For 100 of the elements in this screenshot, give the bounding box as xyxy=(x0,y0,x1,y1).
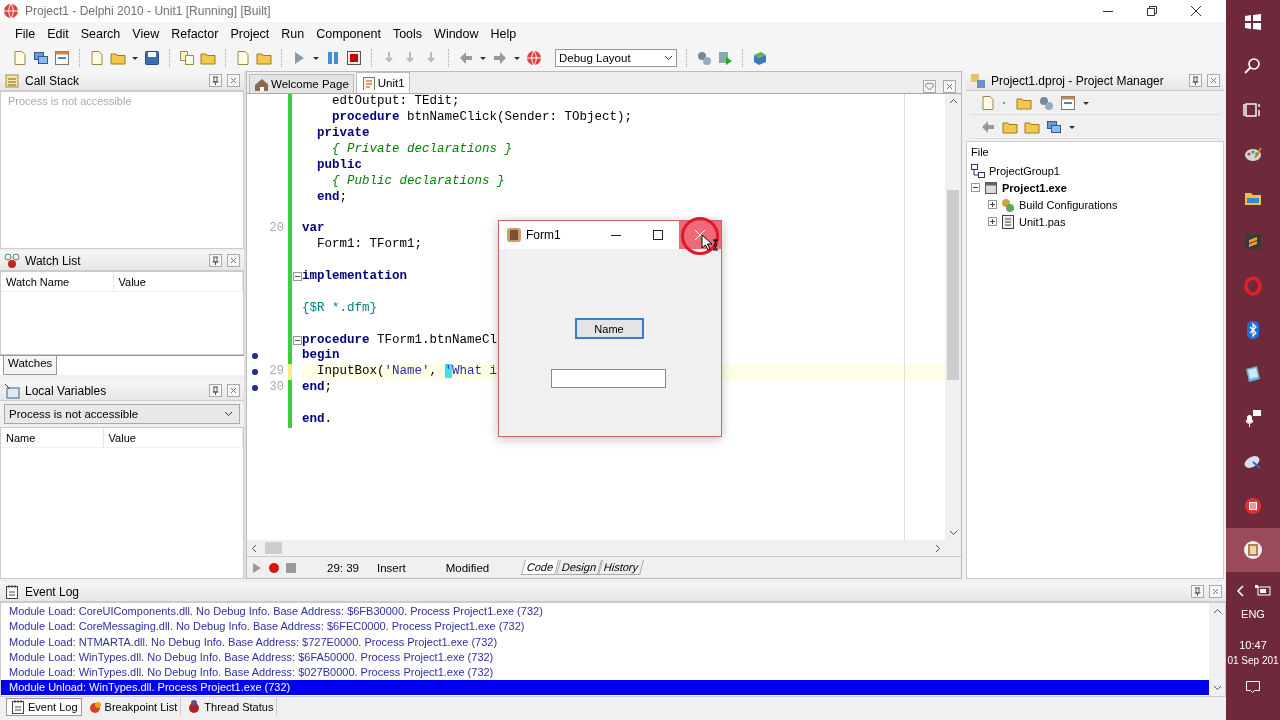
layout-dropdown[interactable]: Debug Layout xyxy=(555,49,677,68)
app-icon[interactable] xyxy=(1243,540,1263,560)
menu-item[interactable]: Window xyxy=(428,24,485,43)
tree-item[interactable]: Unit1.pas xyxy=(1019,215,1066,228)
scroll-right-icon[interactable] xyxy=(935,543,941,553)
save-all-icon[interactable] xyxy=(179,50,195,67)
book-icon[interactable] xyxy=(752,50,768,67)
notepad-icon[interactable] xyxy=(1243,364,1263,384)
open-folder-icon[interactable] xyxy=(110,50,126,67)
pin-icon[interactable] xyxy=(209,384,222,398)
close-icon[interactable] xyxy=(943,80,956,94)
menu-item[interactable]: View xyxy=(126,24,166,43)
scroll-up-icon[interactable] xyxy=(1212,608,1222,615)
editor-tab[interactable]: Welcome Page xyxy=(249,74,354,94)
scroll-up-icon[interactable] xyxy=(948,98,958,105)
tree-toggle-icon[interactable] xyxy=(988,200,997,210)
text-editor-icon[interactable] xyxy=(1243,232,1263,252)
add-file-icon[interactable] xyxy=(235,50,251,67)
breakpoint-dot-icon[interactable] xyxy=(251,352,259,361)
clock[interactable]: 10:47 01 Sep 201 xyxy=(1227,638,1279,668)
column-header[interactable]: File xyxy=(967,142,1223,163)
vertical-scrollbar[interactable] xyxy=(1209,603,1225,697)
close-icon[interactable] xyxy=(227,74,240,88)
windows-icon[interactable] xyxy=(33,50,49,67)
window-icon[interactable] xyxy=(1060,94,1076,111)
scroll-left-icon[interactable] xyxy=(251,543,257,553)
column-header[interactable]: Value xyxy=(113,272,243,292)
pin-icon[interactable] xyxy=(209,254,222,268)
tree-item[interactable]: ProjectGroup1 xyxy=(989,164,1060,177)
form-icon[interactable] xyxy=(54,50,70,67)
column-header[interactable]: Watch Name xyxy=(1,272,114,292)
menu-item[interactable]: Edit xyxy=(41,24,75,43)
chevron-icon[interactable] xyxy=(1235,585,1245,597)
text-field[interactable] xyxy=(551,369,666,388)
fold-toggle-icon[interactable] xyxy=(292,272,302,282)
column-header[interactable]: Name xyxy=(1,428,104,448)
pin-icon[interactable] xyxy=(1189,74,1202,88)
pause-icon[interactable] xyxy=(325,50,341,67)
close-icon[interactable] xyxy=(227,254,240,268)
name-button[interactable]: Name xyxy=(574,318,644,339)
scroll-thumb[interactable] xyxy=(947,190,959,381)
globe-icon[interactable] xyxy=(526,50,542,67)
new-project-icon[interactable] xyxy=(980,94,996,111)
tree-item[interactable]: Build Configurations xyxy=(1019,198,1118,211)
record-icon[interactable] xyxy=(268,561,280,574)
log-entry[interactable]: Module Unload: WinTypes.dll. Process Project1.exe (732) xyxy=(1,680,1209,696)
pin-icon[interactable] xyxy=(209,74,222,88)
forward-arrow-icon[interactable] xyxy=(492,50,508,67)
tree-item[interactable]: Project1.exe xyxy=(1002,181,1067,194)
run-package-icon[interactable] xyxy=(717,50,733,67)
menu-item[interactable]: File xyxy=(9,24,42,43)
task-view-icon[interactable] xyxy=(1243,100,1263,120)
recorder-icon[interactable] xyxy=(1243,496,1263,516)
start-icon[interactable] xyxy=(1243,12,1263,32)
horizontal-scrollbar[interactable] xyxy=(247,540,961,557)
view-tab[interactable]: Design xyxy=(555,560,602,576)
pin-icon[interactable] xyxy=(1191,585,1204,599)
close-icon[interactable] xyxy=(227,384,240,398)
new-file-icon[interactable] xyxy=(12,50,28,67)
search-icon[interactable] xyxy=(1243,56,1263,76)
log-entry[interactable]: Module Load: CoreMessaging.dll. No Debug Info. Base Address: $6FEC0000. Process Project1.exe (732) xyxy=(1,619,1209,635)
breakpoint-dot-icon[interactable] xyxy=(251,384,259,393)
menu-item[interactable]: Run xyxy=(275,24,311,43)
tree-toggle-icon[interactable] xyxy=(971,183,980,193)
view-tab[interactable]: History xyxy=(597,560,644,576)
tree-toggle-icon[interactable] xyxy=(988,217,997,227)
language-indicator[interactable]: ENG xyxy=(1241,608,1265,620)
menu-item[interactable]: Refactor xyxy=(165,24,225,43)
folder-icon[interactable] xyxy=(200,50,216,67)
scroll-thumb[interactable] xyxy=(265,542,282,555)
stop-icon[interactable] xyxy=(346,50,362,67)
log-entry[interactable]: Module Load: NTMARTA.dll. No Debug Info. Base Address: $727E0000. Process Project1.exe (732) xyxy=(1,634,1209,650)
view-tab[interactable]: Code xyxy=(521,560,560,576)
breakpoint-dot-icon[interactable] xyxy=(251,368,259,377)
log-entry[interactable]: Module Load: CoreUIComponents.dll. No Debug Info. Base Address: $6FB30000. Process Project1.exe (732) xyxy=(1,604,1209,620)
close-icon[interactable] xyxy=(1209,585,1222,599)
close-icon[interactable] xyxy=(1207,74,1220,88)
menu-item[interactable]: Help xyxy=(484,24,523,43)
fold-toggle-icon[interactable] xyxy=(292,336,302,345)
panel-tab[interactable]: Event Log xyxy=(6,698,82,717)
log-entry[interactable]: Module Load: WinTypes.dll. No Debug Info. Base Address: $6FA50000. Process Project1.exe (732) xyxy=(1,649,1209,665)
save-icon[interactable] xyxy=(144,50,160,67)
scroll-down-icon[interactable] xyxy=(1212,685,1222,692)
menu-item[interactable]: Component xyxy=(310,24,387,43)
caret-icon[interactable] xyxy=(664,55,673,62)
panel-tab[interactable]: Thread Status xyxy=(183,698,278,717)
editor-tab[interactable]: Unit1 xyxy=(355,72,410,94)
panel-tab[interactable]: Watches xyxy=(3,356,58,376)
new-item-icon[interactable] xyxy=(89,50,105,67)
notification-icon[interactable] xyxy=(1245,680,1261,694)
vertical-scrollbar[interactable] xyxy=(945,94,961,541)
favorite-icon[interactable] xyxy=(923,80,936,94)
log-entry[interactable]: Module Load: WinTypes.dll. No Debug Info. Base Address: $027B0000. Process Project1.exe (732) xyxy=(1,664,1209,681)
menu-item[interactable]: Project xyxy=(224,24,276,43)
panel-tab[interactable]: Breakpoint List xyxy=(83,698,182,717)
menu-item[interactable]: Tools xyxy=(386,24,429,43)
battery-icon[interactable] xyxy=(1254,585,1271,597)
frame-dropdown[interactable]: Process is not accessible xyxy=(4,404,240,425)
scroll-down-icon[interactable] xyxy=(948,530,958,537)
caret-icon[interactable] xyxy=(224,411,233,418)
